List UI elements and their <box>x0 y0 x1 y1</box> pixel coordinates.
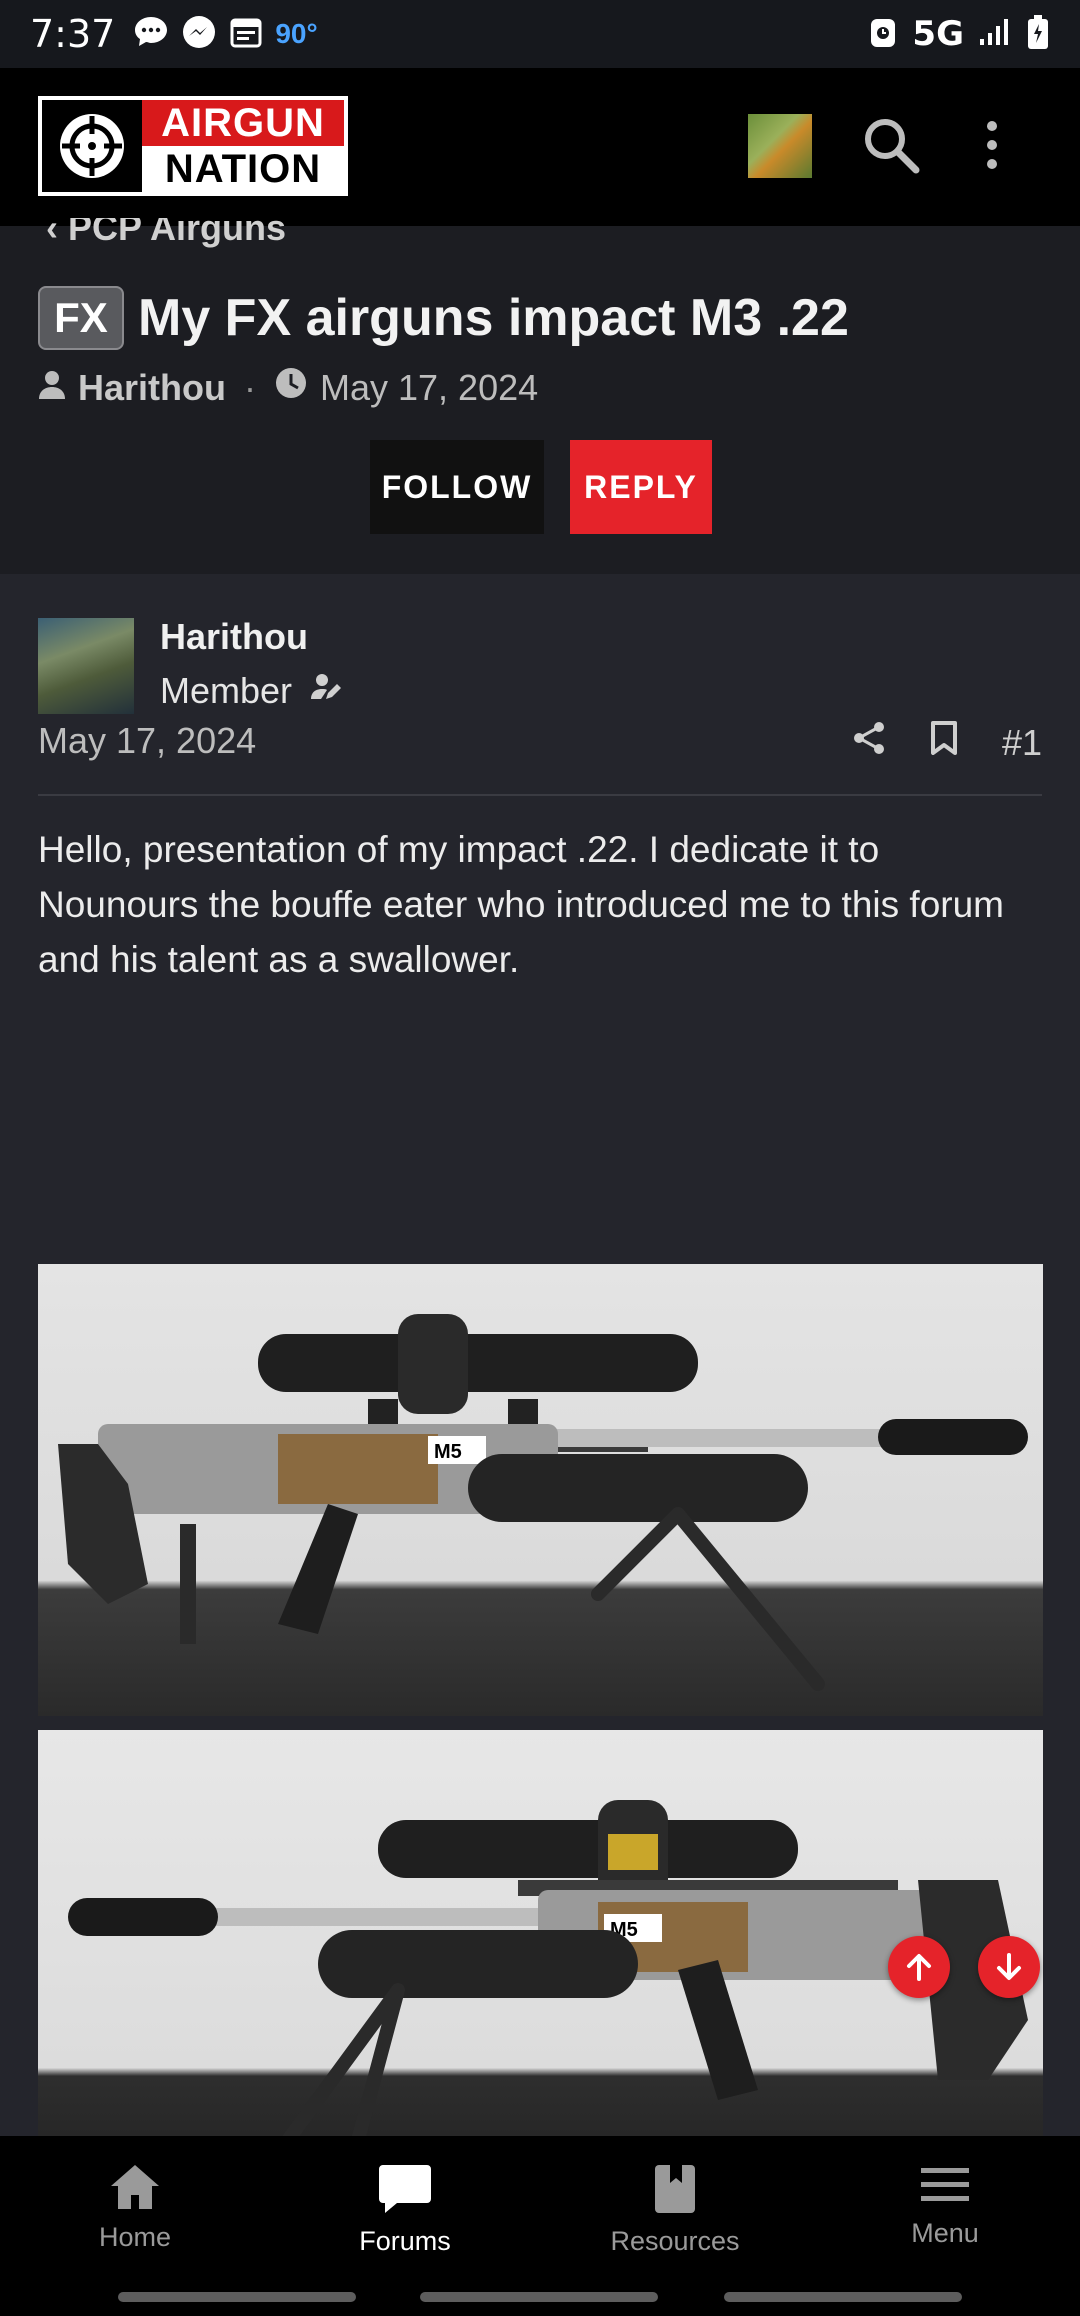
breadcrumb-label: PCP Airguns <box>68 218 287 248</box>
messenger-icon <box>181 14 217 55</box>
arrow-down-icon <box>997 1953 1021 1980</box>
status-time: 7:37 <box>30 12 116 56</box>
home-icon <box>111 2165 159 2209</box>
post-author[interactable]: Harithou <box>160 616 308 658</box>
menu-icon <box>921 2168 969 2201</box>
nav-resources-label: Resources <box>610 2226 740 2256</box>
calendar-icon <box>229 15 263 54</box>
alarm-icon <box>868 15 898 54</box>
follow-button[interactable]: FOLLOW <box>370 440 544 534</box>
post-divider <box>38 794 1042 796</box>
post-image-rifle-right[interactable]: M5 <box>38 1730 1043 2142</box>
bookmark-icon[interactable] <box>930 721 958 764</box>
nav-menu[interactable]: Menu <box>810 2136 1080 2280</box>
gesture-pill <box>118 2292 356 2302</box>
search-icon[interactable] <box>858 112 924 178</box>
logo-text: AIRGUN NATION <box>142 100 344 192</box>
nav-menu-label: Menu <box>911 2218 979 2248</box>
thread-date[interactable]: May 17, 2024 <box>320 367 538 409</box>
nav-resources[interactable]: Resources <box>540 2136 810 2280</box>
breadcrumb[interactable]: ‹ PCP Airguns <box>46 218 286 254</box>
network-type: 5G <box>912 14 964 54</box>
chevron-left-icon: ‹ <box>46 218 68 248</box>
forums-icon <box>379 2165 431 2213</box>
thread-header: ‹ PCP Airguns FX My FX airguns impact M3… <box>0 218 1080 574</box>
scroll-up-button[interactable] <box>888 1936 950 1998</box>
gesture-pill <box>724 2292 962 2302</box>
status-bar: 7:37 90° 5G <box>0 0 1080 68</box>
site-logo[interactable]: AIRGUN NATION <box>38 96 348 196</box>
logo-top-text: AIRGUN <box>142 100 344 146</box>
user-icon <box>38 367 66 409</box>
meta-separator: · <box>244 366 256 408</box>
avatar[interactable] <box>748 114 812 178</box>
status-temperature: 90° <box>275 18 318 49</box>
post-image-rifle-left[interactable]: M5 <box>38 1264 1043 1716</box>
nav-home[interactable]: Home <box>0 2136 270 2280</box>
bottom-navigation: Home Forums Resources Menu <box>0 2136 1080 2280</box>
nav-forums-label: Forums <box>359 2226 451 2256</box>
post-date[interactable]: May 17, 2024 <box>38 720 256 762</box>
gesture-pill <box>420 2292 658 2302</box>
role-label: Member <box>160 670 293 711</box>
clock-icon <box>274 366 308 409</box>
status-right: 5G <box>868 14 1050 55</box>
more-vertical-icon[interactable] <box>972 112 1012 178</box>
logo-bottom-text: NATION <box>142 146 344 192</box>
signal-icon <box>978 17 1012 52</box>
book-icon <box>655 2165 695 2213</box>
nav-forums[interactable]: Forums <box>270 2136 540 2280</box>
crosshair-icon <box>42 100 142 192</box>
post-author-role: Member <box>160 670 342 712</box>
scroll-down-button[interactable] <box>978 1936 1040 1998</box>
thread-prefix-badge[interactable]: FX <box>38 286 124 350</box>
app-screen: 7:37 90° 5G AIRGUN NATION ‹ PCP Airguns … <box>0 0 1080 2316</box>
post-number[interactable]: #1 <box>1002 722 1042 764</box>
thread-meta: Harithou · May 17, 2024 <box>38 366 538 409</box>
post-actions: #1 <box>852 720 1042 765</box>
reply-button[interactable]: REPLY <box>570 440 712 534</box>
app-header: AIRGUN NATION <box>0 68 1080 226</box>
gesture-bar <box>0 2280 1080 2316</box>
thread-author[interactable]: Harithou <box>78 367 226 409</box>
image-label-1: M5 <box>434 1441 462 1463</box>
battery-icon <box>1026 14 1050 55</box>
messages-icon <box>133 15 169 54</box>
nav-home-label: Home <box>98 2222 172 2252</box>
share-icon[interactable] <box>852 720 886 765</box>
arrow-up-icon <box>907 1954 931 1981</box>
post-body: Hello, presentation of my impact .22. I … <box>38 829 1004 980</box>
post-author-avatar[interactable] <box>38 618 134 714</box>
user-edit-icon <box>310 670 342 712</box>
thread-title: My FX airguns impact M3 .22 <box>138 289 849 347</box>
